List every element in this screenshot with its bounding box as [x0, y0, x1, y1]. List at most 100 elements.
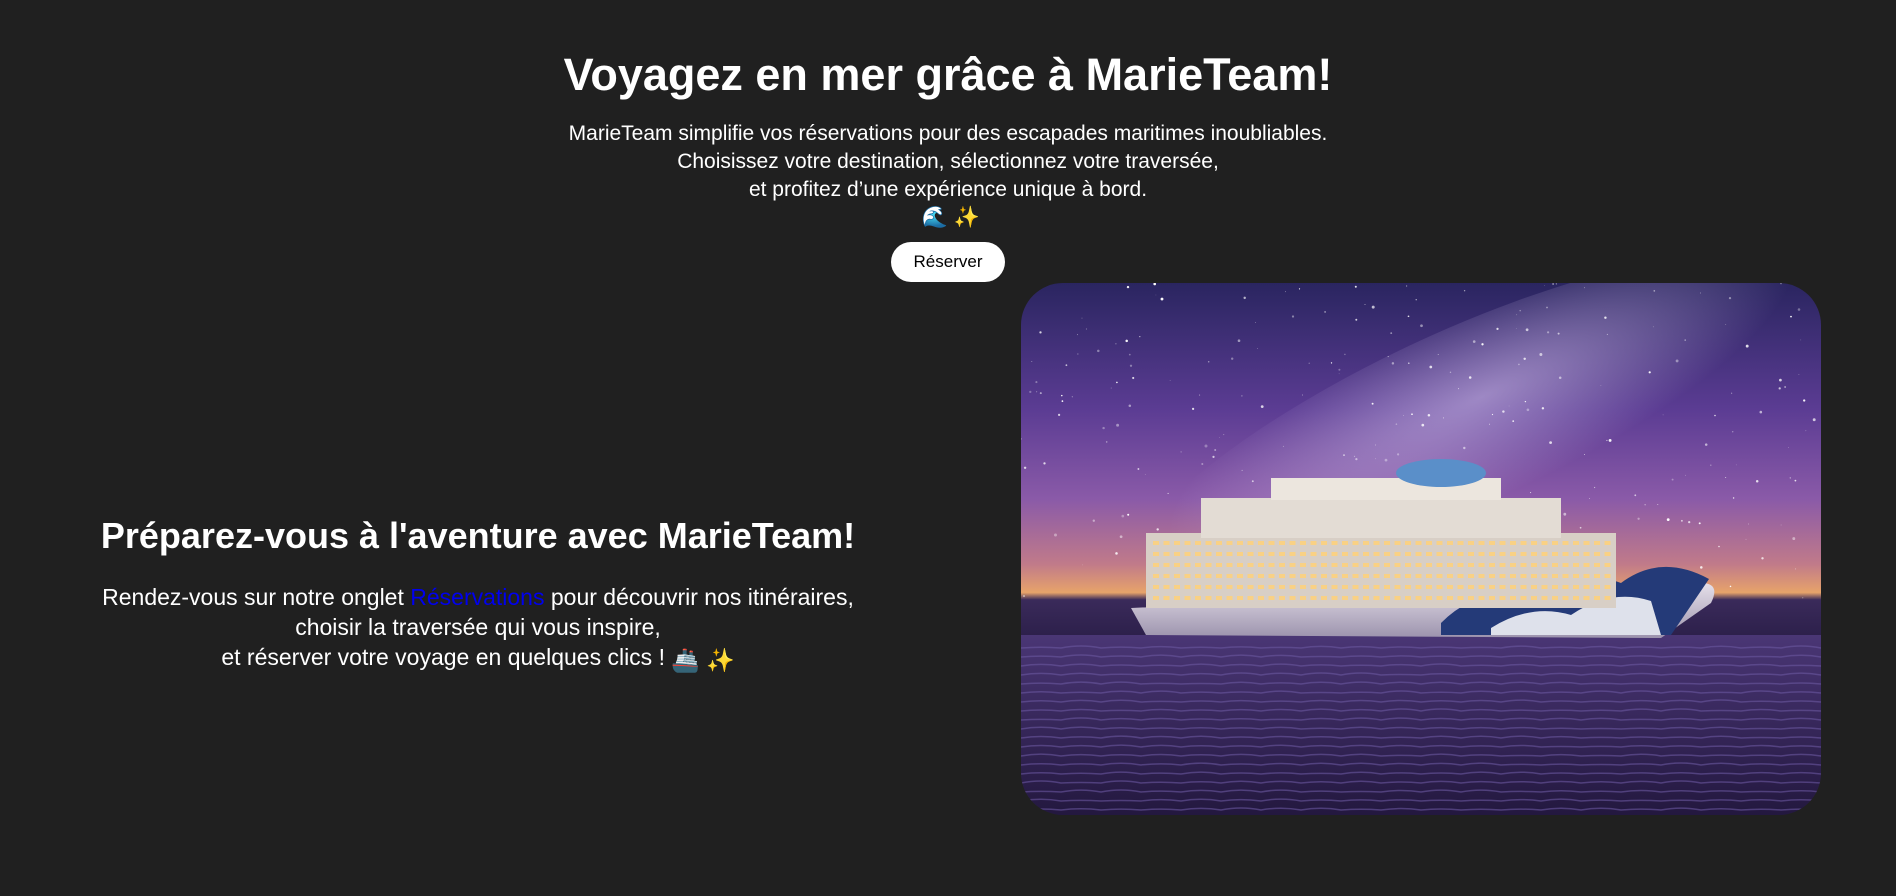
window [1447, 541, 1453, 545]
star [1237, 339, 1241, 343]
window [1405, 585, 1411, 589]
star [1390, 332, 1393, 334]
window [1489, 585, 1495, 589]
window [1541, 563, 1548, 567]
star [1071, 396, 1073, 398]
star [1685, 474, 1687, 476]
star [1731, 392, 1733, 394]
window [1478, 574, 1485, 578]
ship-upper-decks [1201, 498, 1561, 538]
window [1604, 552, 1611, 556]
window [1216, 541, 1222, 545]
window [1562, 563, 1569, 567]
star [1489, 423, 1491, 425]
window [1468, 585, 1474, 589]
star [1243, 296, 1246, 300]
window [1541, 541, 1548, 545]
window [1594, 574, 1600, 578]
window [1174, 552, 1180, 556]
star [1065, 364, 1068, 367]
window [1163, 585, 1170, 589]
window [1415, 541, 1422, 545]
star [1812, 418, 1816, 422]
star [1061, 394, 1063, 397]
star [1355, 457, 1358, 461]
star [1745, 538, 1747, 540]
star [1584, 287, 1586, 289]
window [1174, 574, 1180, 578]
star [1338, 373, 1340, 375]
window [1541, 574, 1548, 578]
window [1310, 596, 1317, 600]
star [1761, 557, 1764, 560]
window [1205, 596, 1212, 600]
star [1407, 315, 1410, 318]
window [1447, 585, 1453, 589]
star [1054, 533, 1057, 537]
star [1700, 566, 1703, 569]
intro-line-3-wrap: et réserver votre voyage en quelques cli… [40, 642, 916, 675]
window [1436, 574, 1443, 578]
window [1384, 552, 1390, 556]
window [1279, 596, 1285, 600]
reservations-link[interactable]: Réservations [410, 584, 544, 610]
star [1116, 423, 1120, 427]
star [1115, 552, 1118, 555]
window [1415, 552, 1422, 556]
intro-text: Rendez-vous sur notre onglet Réservation… [40, 582, 916, 675]
page: Voyagez en mer grâce à MarieTeam! MarieT… [0, 0, 1896, 896]
window [1184, 585, 1191, 589]
star [1600, 385, 1602, 386]
star [1191, 407, 1195, 411]
window [1237, 552, 1243, 556]
star [1449, 371, 1452, 374]
star [1496, 327, 1499, 331]
window [1216, 574, 1222, 578]
star [1725, 323, 1727, 325]
star [1710, 464, 1712, 466]
window [1310, 585, 1317, 589]
window [1279, 563, 1285, 567]
window [1352, 574, 1359, 578]
star [1675, 359, 1679, 363]
window [1153, 552, 1159, 556]
window [1237, 585, 1243, 589]
star [1779, 378, 1782, 382]
star [1644, 504, 1646, 506]
window [1573, 585, 1579, 589]
star [1105, 441, 1108, 443]
window [1394, 596, 1401, 600]
star [1324, 310, 1327, 313]
window [1436, 541, 1443, 545]
star [1671, 478, 1674, 481]
star [1519, 309, 1521, 312]
star [1502, 410, 1505, 413]
star [1355, 318, 1358, 321]
window [1426, 596, 1432, 600]
star [1523, 357, 1526, 361]
star [1155, 294, 1157, 296]
window [1447, 574, 1453, 578]
star [1375, 458, 1376, 460]
star [1128, 353, 1131, 356]
star [1169, 379, 1171, 381]
window [1457, 563, 1464, 567]
window [1499, 552, 1506, 556]
window [1247, 552, 1254, 556]
window [1163, 596, 1170, 600]
star [1406, 285, 1408, 287]
star [1652, 326, 1654, 328]
star [1747, 523, 1749, 525]
window [1562, 541, 1569, 545]
window [1510, 563, 1516, 567]
star [1759, 410, 1763, 414]
star [1338, 368, 1341, 371]
reserve-button[interactable]: Réserver [890, 242, 1006, 282]
window [1552, 541, 1558, 545]
window [1289, 563, 1296, 567]
window [1195, 585, 1201, 589]
hero-section: Voyagez en mer grâce à MarieTeam! MarieT… [0, 48, 1896, 282]
star [1241, 395, 1243, 397]
window [1531, 585, 1537, 589]
window [1499, 563, 1506, 567]
